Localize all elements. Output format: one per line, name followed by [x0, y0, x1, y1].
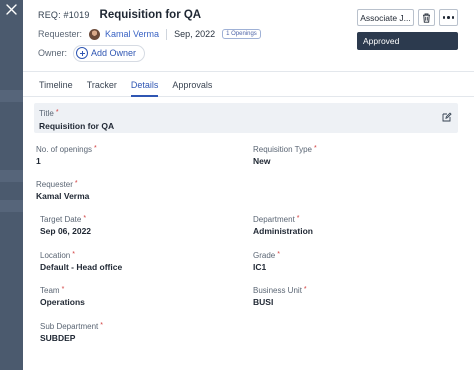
- team-field: Team * Operations: [40, 286, 85, 307]
- requisition-type-label-text: Requisition Type: [253, 145, 312, 154]
- divider: [166, 28, 168, 40]
- target-date-field: Target Date * Sep 06, 2022: [40, 215, 91, 236]
- target-date-value: Sep 06, 2022: [40, 226, 92, 236]
- business-unit-field: Business Unit * BUSI: [253, 286, 307, 307]
- business-unit-label-text: Business Unit: [253, 286, 302, 295]
- title-label-text: Title: [39, 109, 54, 118]
- sub-department-field: Sub Department * SUBDEP: [40, 322, 103, 343]
- more-icon: [442, 16, 446, 19]
- business-unit-label: Business Unit *: [253, 286, 307, 295]
- grade-label-text: Grade: [253, 251, 276, 260]
- required-mark: *: [303, 286, 307, 293]
- title-value: Requisition for QA: [39, 121, 115, 131]
- more-icon-dot: [447, 16, 450, 19]
- business-unit-value: BUSI: [253, 297, 274, 307]
- req-id: REQ: #1019: [38, 10, 90, 20]
- required-mark: *: [74, 180, 78, 187]
- requester-label: Requester:: [38, 29, 83, 39]
- required-mark: *: [72, 251, 75, 258]
- rail-band: [0, 200, 23, 212]
- requisition-type-value: New: [253, 156, 271, 166]
- sub-department-label: Sub Department *: [40, 322, 103, 331]
- openings-label: No. of openings *: [36, 145, 97, 154]
- department-label-text: Department: [253, 215, 295, 224]
- tab-tracker[interactable]: Tracker: [87, 72, 117, 96]
- close-icon[interactable]: [5, 3, 18, 16]
- location-field: Location * Default - Head office: [40, 251, 122, 272]
- title-label: Title *: [39, 109, 59, 118]
- department-label: Department *: [253, 215, 313, 224]
- required-mark: *: [314, 145, 317, 152]
- team-value: Operations: [40, 297, 85, 307]
- location-label: Location *: [40, 251, 122, 260]
- target-date-label-text: Target Date: [40, 215, 82, 224]
- owner-row: Owner: Add Owner: [38, 44, 146, 62]
- tab-details[interactable]: Details: [130, 72, 158, 97]
- title-field: Title * Requisition for QA: [34, 103, 458, 133]
- add-owner-label: Add Owner: [91, 48, 137, 58]
- required-mark: *: [94, 145, 97, 152]
- owner-label: Owner:: [38, 48, 68, 58]
- required-mark: *: [100, 322, 103, 329]
- rail-band: [0, 170, 23, 182]
- side-rail: [0, 0, 23, 370]
- requester-field-label: Requester *: [36, 180, 89, 189]
- meta-row: Requester: Kamal Verma Sep, 2022 1 Openi…: [38, 27, 261, 41]
- team-label: Team *: [40, 286, 85, 295]
- grade-label: Grade *: [253, 251, 280, 260]
- required-mark: *: [277, 251, 280, 258]
- location-value: Default - Head office: [40, 262, 123, 272]
- requester-link[interactable]: Kamal Verma: [105, 29, 159, 39]
- requisition-type-field: Requisition Type * New: [253, 145, 317, 166]
- rail-band: [0, 90, 23, 102]
- sub-department-label-text: Sub Department: [40, 322, 99, 331]
- page-title: Requisition for QA: [99, 9, 202, 21]
- tab-approvals[interactable]: Approvals: [172, 72, 212, 96]
- target-date-label: Target Date *: [40, 215, 91, 224]
- openings-field: No. of openings * 1: [36, 145, 97, 166]
- plus-circle-icon: [76, 47, 89, 59]
- delete-button[interactable]: [418, 9, 435, 26]
- required-mark: *: [83, 215, 87, 222]
- required-mark: *: [61, 286, 65, 293]
- associate-job-button[interactable]: Associate J...: [357, 9, 414, 26]
- department-value: Administration: [253, 226, 313, 236]
- team-label-text: Team: [40, 286, 60, 295]
- header: REQ: #1019 Requisition for QA: [38, 9, 201, 21]
- requisition-panel: REQ: #1019 Requisition for QA Requester:…: [23, 0, 474, 370]
- required-mark: *: [55, 109, 59, 116]
- tab-bar: Timeline Tracker Details Approvals: [23, 71, 474, 97]
- requisition-type-label: Requisition Type *: [253, 145, 317, 154]
- requester-field: Requester * Kamal Verma: [36, 180, 89, 201]
- location-label-text: Location: [40, 251, 71, 260]
- requester-field-label-text: Requester: [36, 180, 73, 189]
- department-field: Department * Administration: [253, 215, 313, 236]
- openings-value: 1: [36, 156, 41, 166]
- edit-icon[interactable]: [442, 112, 452, 122]
- status-badge[interactable]: Approved: [357, 32, 458, 50]
- add-owner-button[interactable]: Add Owner: [73, 44, 146, 62]
- sub-department-value: SUBDEP: [40, 333, 76, 343]
- required-mark: *: [296, 215, 300, 222]
- avatar: [89, 28, 101, 40]
- openings-badge: 1 Openings: [222, 29, 261, 39]
- more-icon-dot: [451, 16, 455, 19]
- trash-icon: [423, 13, 430, 23]
- openings-label-text: No. of openings: [36, 145, 93, 154]
- requisition-date: Sep, 2022: [174, 29, 216, 39]
- more-options-button[interactable]: [439, 9, 458, 26]
- tab-timeline[interactable]: Timeline: [39, 72, 73, 96]
- grade-field: Grade * IC1: [253, 251, 280, 272]
- grade-value: IC1: [253, 262, 267, 272]
- requester-value: Kamal Verma: [36, 191, 90, 201]
